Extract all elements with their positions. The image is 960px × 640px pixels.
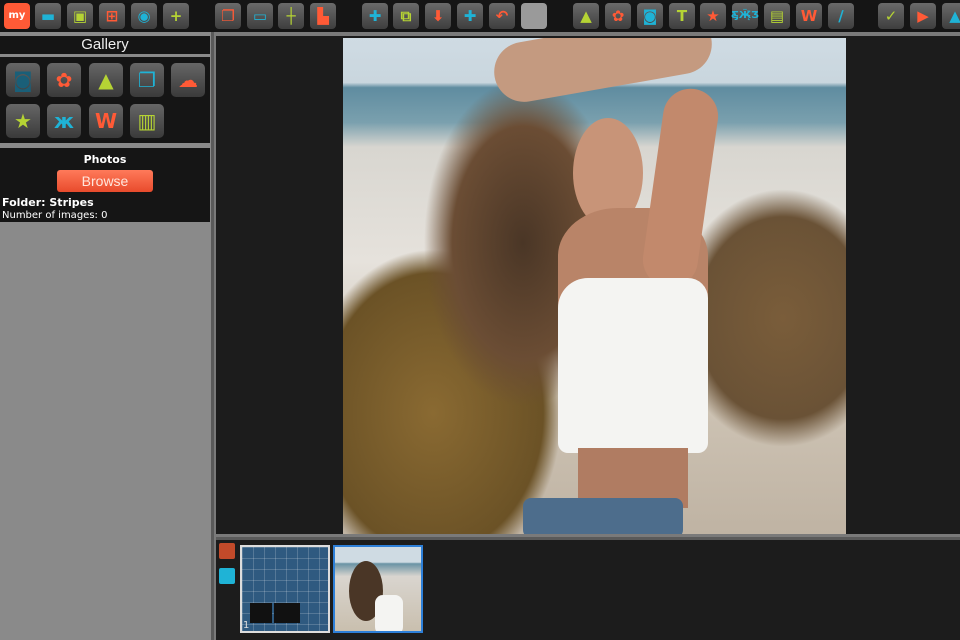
brush-icon: ∕ xyxy=(838,6,844,25)
toolbar-puzzle-button[interactable]: ▙ xyxy=(310,3,336,29)
page-number: 1 xyxy=(243,620,250,631)
toolbar-play-button[interactable]: ▶ xyxy=(910,3,936,29)
gallery-camera-button[interactable]: ◙ xyxy=(6,63,40,97)
toolbar-frame-button[interactable]: ▭ xyxy=(247,3,273,29)
gallery-icons: ◙ ✿ ▲ ❐ ☁ ★ ж W ▥ xyxy=(0,57,210,143)
crosshair-icon: ┼ xyxy=(286,6,296,25)
toolbar-share-button[interactable]: ▲ xyxy=(942,3,960,29)
star-badge-icon: ★ xyxy=(706,6,720,25)
folder-label: Folder: Stripes xyxy=(2,196,94,209)
page-thumbnail-stripes[interactable]: 1 xyxy=(240,545,330,633)
toolbar-bag-plus-button[interactable]: ✚ xyxy=(457,3,483,29)
toolbar-ticket-button[interactable]: ▤ xyxy=(764,3,790,29)
butterfly-icon: ж xyxy=(54,109,74,133)
gift-box-icon: ✚ xyxy=(368,6,382,25)
image-count: Number of images: 0 xyxy=(2,210,108,221)
toolbar-shuffle-photos-button[interactable]: ⧉ xyxy=(393,3,419,29)
toolbar-star-badge-button[interactable]: ★ xyxy=(700,3,726,29)
canvas-photo[interactable] xyxy=(343,38,846,534)
flower-icon: ✿ xyxy=(55,68,73,92)
photos-heading: Photos xyxy=(83,153,127,166)
toolbar-my-logo-button[interactable]: my xyxy=(4,3,30,29)
gallery-title: Gallery xyxy=(0,36,210,54)
camera-icon: ◙ xyxy=(13,68,33,92)
cloud-icon: ☁ xyxy=(178,68,198,92)
word-art-icon: W xyxy=(800,6,818,25)
share-icon: ▲ xyxy=(949,6,960,25)
toolbar-brush-button[interactable]: ∕ xyxy=(828,3,854,29)
toolbar-new-page-button[interactable]: + xyxy=(163,3,189,29)
gallery-word-art-button[interactable]: W xyxy=(89,104,123,138)
butterfly-icon: Ƹ̵̡Ӝ̵̨̄Ʒ xyxy=(731,10,759,21)
layout-grid-icon: ⊞ xyxy=(105,6,119,25)
gallery-butterfly-button[interactable]: ж xyxy=(47,104,81,138)
toolbar-undo-button[interactable]: ↶ xyxy=(489,3,515,29)
play-icon: ▶ xyxy=(917,6,929,25)
add-page-icon[interactable] xyxy=(219,568,235,584)
toolbar-word-art-button[interactable]: W xyxy=(796,3,822,29)
layers-icon: ❐ xyxy=(221,6,235,25)
gallery-star-badge-button[interactable]: ★ xyxy=(6,104,40,138)
toolbar-camera-button[interactable]: ◙ xyxy=(637,3,663,29)
toolbar-save-button[interactable]: ▣ xyxy=(67,3,93,29)
star-badge-icon: ★ xyxy=(14,109,32,133)
camera-icon: ◙ xyxy=(642,6,658,25)
bag-down-icon: ⬇ xyxy=(431,6,445,25)
open-folder-icon: ▬ xyxy=(40,6,56,25)
toolbar-blank-button[interactable] xyxy=(521,3,547,29)
word-art-icon: W xyxy=(94,109,118,133)
toolbar-butterfly-button[interactable]: Ƹ̵̡Ӝ̵̨̄Ʒ xyxy=(731,3,759,29)
layout-icon: ▥ xyxy=(137,109,157,133)
image-icon: ▲ xyxy=(580,6,592,25)
new-page-icon: + xyxy=(169,6,183,25)
toolbar-gift-box-button[interactable]: ✚ xyxy=(362,3,388,29)
flower-icon: ✿ xyxy=(611,6,625,25)
toolbar-layout-grid-button[interactable]: ⊞ xyxy=(99,3,125,29)
gallery-layers-button[interactable]: ❐ xyxy=(130,63,164,97)
ticket-icon: ▤ xyxy=(769,6,785,25)
check-icon: ✓ xyxy=(884,6,898,25)
my-logo-icon: my xyxy=(8,10,26,21)
gallery-cloud-button[interactable]: ☁ xyxy=(171,63,205,97)
gallery-layout-button[interactable]: ▥ xyxy=(130,104,164,138)
puzzle-icon: ▙ xyxy=(317,6,329,25)
save-icon: ▣ xyxy=(72,6,88,25)
shuffle-photos-icon: ⧉ xyxy=(400,6,412,25)
bag-plus-icon: ✚ xyxy=(463,6,477,25)
download-circle-icon: ◉ xyxy=(137,6,151,25)
gallery-flower-button[interactable]: ✿ xyxy=(47,63,81,97)
browse-button[interactable]: Browse xyxy=(57,170,153,192)
main-toolbar: my ▬ ▣ ⊞ ◉ + ❐ ▭ ┼ ▙ ✚ ⧉ ⬇ ✚ ↶ ▲ ✿ ◙ T ★ Ƹ̵̡Ӝ̵̨̄Ʒ ▤ W ∕ ✓ ▶ ▲ xyxy=(0,0,960,32)
page-thumbnail-photo[interactable] xyxy=(333,545,423,633)
toolbar-image-button[interactable]: ▲ xyxy=(573,3,599,29)
remove-page-icon[interactable] xyxy=(219,543,235,559)
image-icon: ▲ xyxy=(98,68,114,92)
left-panel: Gallery ◙ ✿ ▲ ❐ ☁ ★ ж W ▥ Photos Browse Folder: … xyxy=(0,32,214,640)
toolbar-bag-down-button[interactable]: ⬇ xyxy=(425,3,451,29)
page-strip: 1 xyxy=(216,537,960,640)
photos-panel: Photos Browse Folder: Stripes Number of … xyxy=(0,148,210,222)
toolbar-flower-button[interactable]: ✿ xyxy=(605,3,631,29)
toolbar-layers-button[interactable]: ❐ xyxy=(215,3,241,29)
text-icon: T xyxy=(676,6,688,25)
layers-icon: ❐ xyxy=(138,68,156,92)
undo-icon: ↶ xyxy=(495,6,509,25)
toolbar-check-button[interactable]: ✓ xyxy=(878,3,904,29)
toolbar-crosshair-button[interactable]: ┼ xyxy=(278,3,304,29)
frame-icon: ▭ xyxy=(252,6,268,25)
toolbar-download-circle-button[interactable]: ◉ xyxy=(131,3,157,29)
toolbar-open-folder-button[interactable]: ▬ xyxy=(35,3,61,29)
toolbar-text-button[interactable]: T xyxy=(669,3,695,29)
gallery-image-button[interactable]: ▲ xyxy=(89,63,123,97)
